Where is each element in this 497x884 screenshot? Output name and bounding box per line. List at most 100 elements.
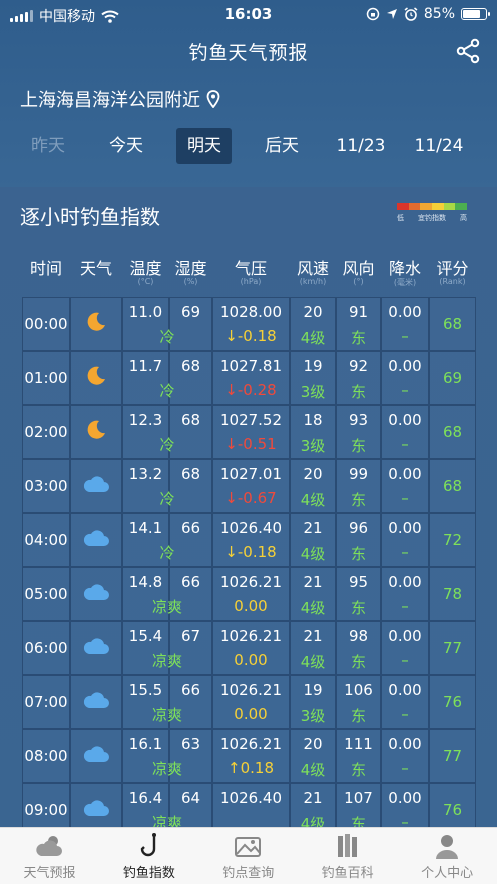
temp-value: 14.1 bbox=[128, 519, 163, 537]
wind-dir-label: 东 bbox=[350, 329, 366, 347]
share-icon[interactable] bbox=[455, 38, 481, 64]
location-selector[interactable]: 上海海昌海洋公园附近 bbox=[20, 86, 220, 112]
wind-dir-label: 东 bbox=[350, 761, 366, 779]
feel-label: 凉爽 bbox=[151, 652, 182, 670]
pressure-value: 1028.00 bbox=[219, 303, 283, 321]
pressure-value: 1026.21 bbox=[219, 681, 283, 699]
col-pressure-header: 气压 bbox=[234, 259, 267, 278]
tab-map-spot[interactable]: 钓点查询 bbox=[199, 828, 298, 884]
wind-dir-cell: 107 东 bbox=[336, 783, 381, 827]
wind-speed-value: 21 bbox=[303, 627, 323, 645]
wind-speed-cell: 21 4级 bbox=[290, 567, 336, 621]
tab-yesterday[interactable]: 昨天 bbox=[24, 128, 72, 164]
col-precip-header: 降水 bbox=[388, 259, 421, 278]
wind-speed-cell: 19 3级 bbox=[290, 675, 336, 729]
wind-dir-label: 东 bbox=[350, 437, 366, 455]
fishing-hook-icon bbox=[134, 832, 164, 860]
legend-swatch bbox=[455, 203, 468, 210]
pressure-change: ↓-0.51 bbox=[225, 435, 277, 453]
wind-dir-cell: 92 东 bbox=[336, 351, 381, 405]
precip-cell: 0.00 – bbox=[381, 513, 429, 567]
score-cell: 77 bbox=[429, 621, 476, 675]
col-temp-header: 温度 bbox=[129, 259, 162, 278]
col-humidity-unit: (%) bbox=[183, 277, 198, 286]
feel-label: 冷 bbox=[159, 544, 175, 562]
tab-11-24[interactable]: 11/24 bbox=[410, 128, 468, 164]
precip-cell: 0.00 – bbox=[381, 351, 429, 405]
time-cell: 01:00 bbox=[22, 351, 70, 405]
pressure-change: ↓-0.67 bbox=[225, 489, 277, 507]
cloud-icon bbox=[82, 636, 110, 660]
score-cell: 77 bbox=[429, 729, 476, 783]
tab-label: 钓鱼指数 bbox=[122, 866, 175, 881]
table-row: 00:00 11.0 69 冷 1028.00 ↓-0.18 20 4级 91 东 0.00–68 bbox=[22, 297, 476, 351]
weather-cell bbox=[70, 405, 122, 459]
time-cell: 06:00 bbox=[22, 621, 70, 675]
weather-cell bbox=[70, 513, 122, 567]
wind-dir-cell: 91 东 bbox=[336, 297, 381, 351]
pressure-cell: 1026.40 ↓-0.18 bbox=[212, 513, 290, 567]
wind-level: 4级 bbox=[300, 329, 326, 347]
temp-value: 11.0 bbox=[128, 303, 163, 321]
weather-cell bbox=[70, 783, 122, 827]
wind-speed-value: 18 bbox=[303, 411, 323, 429]
temp-value: 15.5 bbox=[128, 681, 163, 699]
wind-speed-cell: 19 3级 bbox=[290, 351, 336, 405]
precip-cell: 0.00 – bbox=[381, 729, 429, 783]
pressure-change: 0.00 bbox=[234, 651, 268, 669]
legend-mid: 宜钓指数 bbox=[418, 214, 446, 222]
tab-today[interactable]: 今天 bbox=[102, 128, 150, 164]
precip-sub: – bbox=[401, 327, 409, 345]
time-cell: 02:00 bbox=[22, 405, 70, 459]
location-label: 上海海昌海洋公园附近 bbox=[20, 90, 200, 111]
wind-dir-cell: 95 东 bbox=[336, 567, 381, 621]
hourly-table[interactable]: 00:00 11.0 69 冷 1028.00 ↓-0.18 20 4级 91 东 0.00–68 0… bbox=[22, 297, 476, 827]
tab-day-after[interactable]: 后天 bbox=[258, 128, 306, 164]
weather-cell bbox=[70, 621, 122, 675]
wind-dir-degrees: 96 bbox=[348, 519, 369, 537]
pressure-change: 0.00 bbox=[234, 597, 268, 615]
precip-sub: – bbox=[401, 813, 409, 827]
wind-speed-value: 20 bbox=[303, 465, 323, 483]
tab-tomorrow[interactable]: 明天 bbox=[176, 128, 232, 164]
precip-cell: 0.00 – bbox=[381, 297, 429, 351]
cloud-icon bbox=[82, 798, 110, 822]
precip-sub: – bbox=[401, 651, 409, 669]
precip-sub: – bbox=[401, 759, 409, 777]
moon-icon bbox=[84, 418, 108, 446]
score-cell: 68 bbox=[429, 459, 476, 513]
wind-dir-label: 东 bbox=[350, 815, 366, 827]
wind-dir-cell: 96 东 bbox=[336, 513, 381, 567]
tab-person[interactable]: 个人中心 bbox=[398, 828, 497, 884]
table-row: 08:00 16.1 63 凉爽 1026.21 ↑0.18 20 4级 111 东 0.00–77 bbox=[22, 729, 476, 783]
col-weather-header: 天气 bbox=[79, 259, 112, 278]
precip-sub: – bbox=[401, 543, 409, 561]
tab-weather[interactable]: 天气预报 bbox=[0, 828, 99, 884]
precip-value: 0.00 bbox=[388, 519, 422, 537]
tab-11-23[interactable]: 11/23 bbox=[332, 128, 390, 164]
time-cell: 05:00 bbox=[22, 567, 70, 621]
pressure-cell: 1027.01 ↓-0.67 bbox=[212, 459, 290, 513]
temp-value: 13.2 bbox=[128, 465, 163, 483]
precip-value: 0.00 bbox=[388, 573, 422, 591]
humidity-value: 66 bbox=[180, 519, 201, 537]
tab-books[interactable]: 钓鱼百科 bbox=[298, 828, 397, 884]
wind-dir-cell: 99 东 bbox=[336, 459, 381, 513]
precip-value: 0.00 bbox=[388, 735, 422, 753]
pressure-cell: 1026.40 bbox=[212, 783, 290, 827]
table-row: 05:00 14.8 66 凉爽 1026.21 0.00 21 4级 95 东 0.00–78 bbox=[22, 567, 476, 621]
score-cell: 68 bbox=[429, 405, 476, 459]
humidity-value: 66 bbox=[180, 681, 201, 699]
tab-fishing-hook[interactable]: 钓鱼指数 bbox=[99, 828, 198, 884]
time-cell: 07:00 bbox=[22, 675, 70, 729]
hourly-fishing-index-card: 逐小时钓鱼指数 低 宜钓指数 高 时间 天气 温度 (°C) 湿度 (%) 气压 (hPa) 风… bbox=[0, 187, 497, 827]
col-pressure-unit: (hPa) bbox=[240, 277, 262, 286]
legend-swatch bbox=[397, 203, 409, 210]
pressure-cell: 1027.52 ↓-0.51 bbox=[212, 405, 290, 459]
precip-cell: 0.00 – bbox=[381, 621, 429, 675]
weather-cell bbox=[70, 459, 122, 513]
feel-label: 凉爽 bbox=[151, 598, 182, 616]
table-row: 04:00 14.1 66 冷 1026.40 ↓-0.18 21 4级 96 东 0.00–72 bbox=[22, 513, 476, 567]
col-wind-dir-header: 风向 bbox=[342, 259, 375, 278]
temp-value: 14.8 bbox=[128, 573, 163, 591]
